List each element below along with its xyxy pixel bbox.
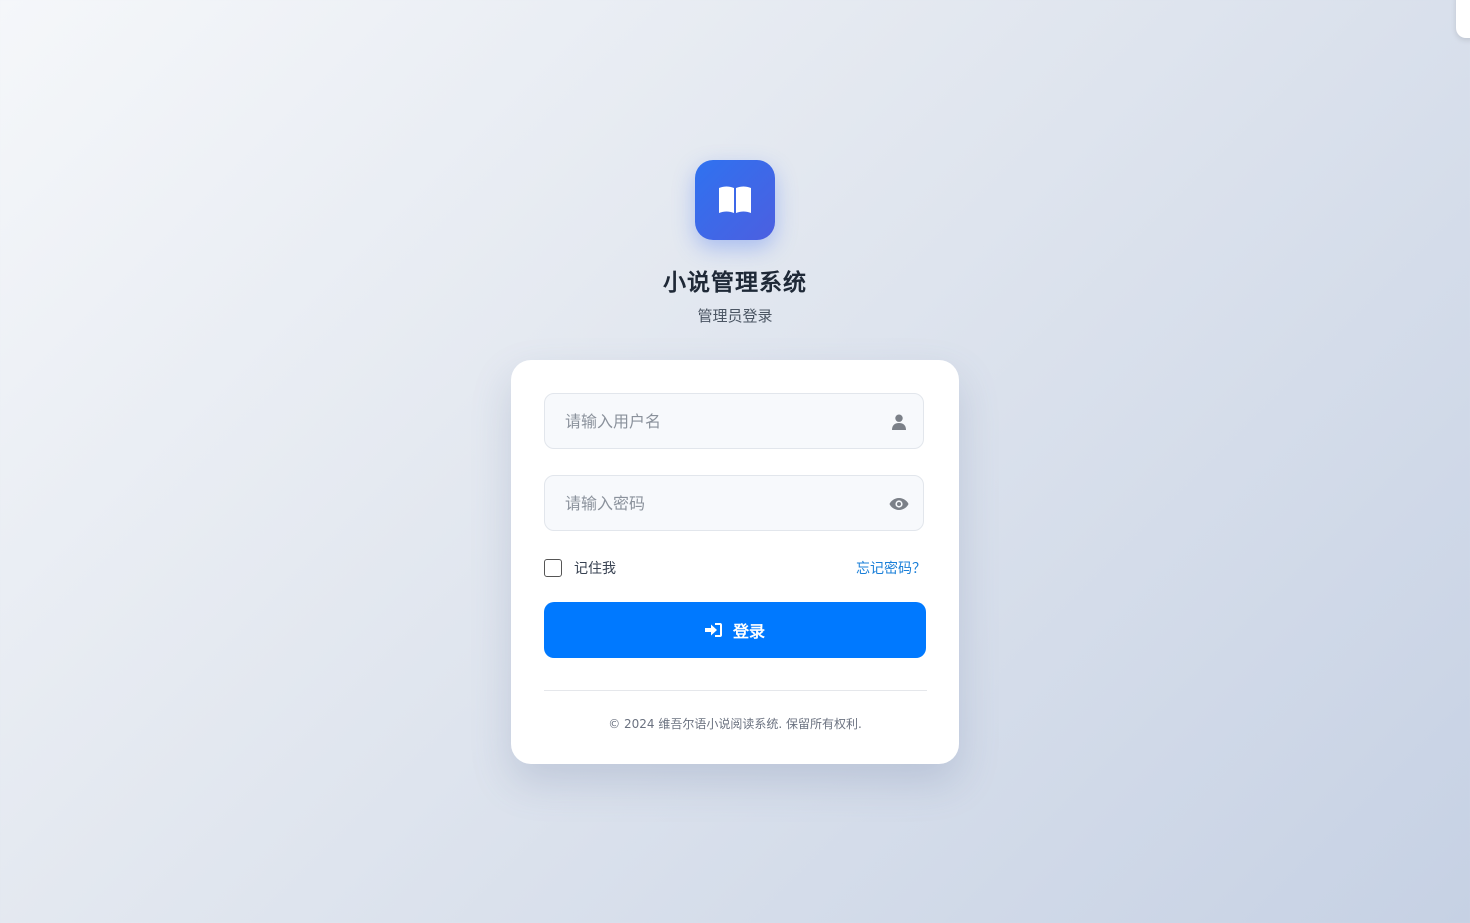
sign-in-icon: [704, 622, 723, 638]
user-icon: [889, 412, 909, 432]
copyright-text: © 2024 维吾尔语小说阅读系统. 保留所有权利.: [608, 717, 862, 731]
login-card: 记住我 忘记密码？ 登录 © 2024 维吾尔语小说阅读系统. 保留所有权利.: [511, 360, 959, 764]
login-button-label: 登录: [732, 622, 765, 641]
eye-icon[interactable]: [889, 494, 909, 514]
login-subtitle: 管理员登录: [697, 307, 773, 325]
remember-label[interactable]: 记住我: [574, 558, 616, 578]
corner-widget[interactable]: [1456, 0, 1470, 38]
open-book-icon: [717, 185, 753, 215]
remember-checkbox[interactable]: [544, 559, 562, 577]
forgot-password-link[interactable]: 忘记密码？: [856, 558, 926, 578]
username-field-wrapper: [544, 393, 924, 449]
username-input[interactable]: [545, 394, 923, 448]
password-field-wrapper: [544, 475, 924, 531]
app-title: 小说管理系统: [663, 270, 807, 296]
remember-row: 记住我 忘记密码？: [544, 557, 926, 579]
login-button[interactable]: 登录: [544, 602, 926, 658]
password-input[interactable]: [545, 476, 923, 530]
divider: [544, 690, 927, 691]
app-logo: [695, 160, 775, 240]
